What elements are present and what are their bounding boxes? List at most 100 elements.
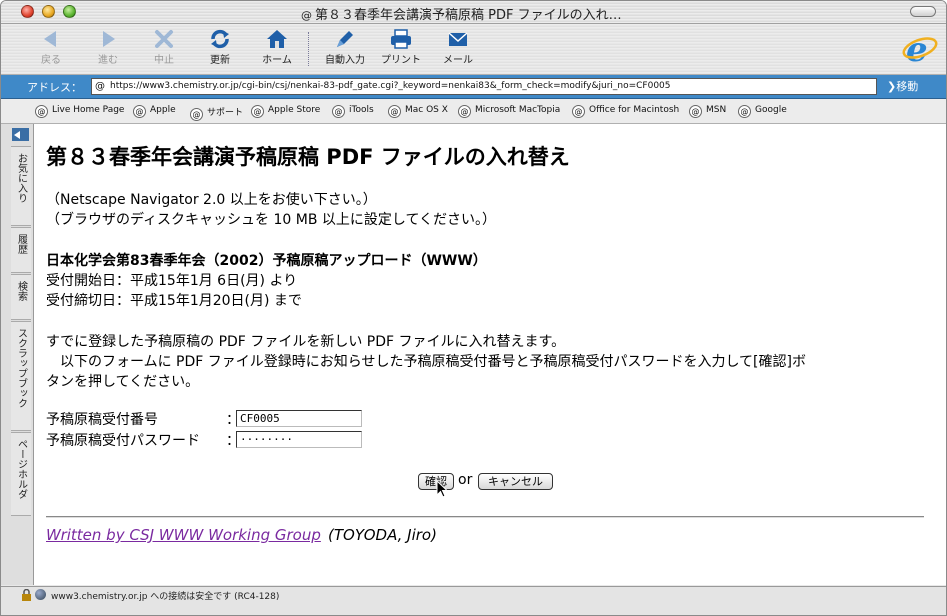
page-content: 第８３春季年会講演予稿原稿 PDF ファイルの入れ替え （Netscape Na… (34, 124, 946, 585)
receipt-number-input[interactable]: CF0005 (236, 410, 362, 427)
fav-item[interactable]: @ サポート (190, 105, 243, 121)
sidebar-tab-favorites[interactable]: お気に入り (11, 146, 31, 226)
autofill-label: 自動入力 (325, 55, 365, 66)
go-arrow-icon: ❯ (887, 80, 897, 93)
fav-item[interactable]: @ MSN (689, 105, 726, 118)
fav-item[interactable]: @ Google (738, 105, 787, 118)
explorer-sidebar: お気に入り 履歴 検索 スクラップブック ページホルダ (1, 124, 34, 585)
toolbar: 戻る 進む 中止 更新 ホーム 自動入力 プリント メール e (1, 24, 946, 75)
stop-button[interactable]: 中止 (136, 26, 192, 72)
browser-window: @ 第８３春季年会講演予稿原稿 PDF ファイルの入れ… 戻る 進む 中止 更新 … (0, 0, 947, 616)
title-bar[interactable]: @ 第８３春季年会講演予稿原稿 PDF ファイルの入れ… (1, 1, 946, 24)
window-title: @ 第８３春季年会講演予稿原稿 PDF ファイルの入れ… (301, 4, 661, 23)
at-icon: @ (332, 105, 345, 118)
address-label: アドレス： (27, 81, 82, 94)
page-title: 第８３春季年会講演予稿原稿 PDF ファイルの入れ替え (46, 145, 570, 169)
browser-note: （Netscape Navigator 2.0 以上をお使い下さい。） (46, 192, 377, 208)
event-heading: 日本化学会第83春季年会（2002）予稿原稿アップロード（WWW） (46, 253, 487, 269)
svg-text:e: e (906, 30, 928, 68)
fav-item[interactable]: @ Live Home Page (35, 105, 124, 118)
home-icon (267, 30, 287, 48)
go-label: 移動 (896, 80, 919, 93)
back-label: 戻る (41, 55, 61, 66)
mail-button[interactable]: メール (430, 26, 486, 72)
mail-label: メール (443, 55, 473, 66)
fav-label: Apple Store (268, 105, 321, 115)
at-icon: @ (738, 105, 751, 118)
at-icon: @ (133, 105, 146, 118)
sidebar-tab-history[interactable]: 履歴 (11, 227, 31, 273)
site-icon: @ (95, 81, 105, 92)
sidebar-tab-label: お気に入り (15, 153, 27, 203)
toolbar-toggle-button[interactable] (910, 6, 936, 17)
sidebar-tab-label: 検索 (15, 281, 27, 301)
sidebar-tab-search[interactable]: 検索 (11, 274, 31, 320)
fav-label: Google (755, 105, 787, 115)
fav-label: Microsoft MacTopia (475, 105, 561, 115)
divider (46, 516, 924, 518)
minimize-button[interactable] (42, 5, 55, 18)
receipt-password-label: 予稿原稿受付パスワード (46, 433, 200, 449)
sidebar-tab-label: ページホルダ (15, 439, 27, 499)
fav-label: MSN (706, 105, 727, 115)
forward-label: 進む (98, 55, 118, 66)
print-label: プリント (381, 55, 421, 66)
refresh-button[interactable]: 更新 (192, 26, 248, 72)
sidebar-tab-label: スクラップブック (15, 328, 27, 408)
fav-item[interactable]: @ Apple Store (251, 105, 320, 118)
receipt-password-input[interactable]: ········ (236, 431, 362, 448)
at-icon: @ (301, 9, 312, 22)
address-bar: アドレス： @ https://www3.chemistry.or.jp/cgi-… (1, 75, 946, 99)
fav-item[interactable]: @ Microsoft MacTopia (458, 105, 560, 118)
end-date: 受付締切日：平成15年1月20日(月) まで (46, 293, 302, 309)
cache-note: （ブラウザのディスクキャッシュを 10 MB 以上に設定してください。） (46, 212, 497, 228)
at-icon: @ (190, 108, 203, 121)
close-button[interactable] (21, 5, 34, 18)
stop-x-icon (155, 30, 173, 48)
autofill-pen-icon (337, 31, 353, 47)
fav-item[interactable]: @ iTools (332, 105, 374, 118)
status-text: www3.chemistry.or.jp への接続は安全です (RC4-128) (51, 592, 280, 602)
home-label: ホーム (262, 55, 292, 66)
sidebar-toggle-icon[interactable] (12, 128, 29, 141)
at-icon: @ (251, 105, 264, 118)
address-input[interactable]: @ https://www3.chemistry.or.jp/cgi-bin/cs… (91, 78, 877, 95)
fav-label: サポート (207, 108, 244, 118)
lock-icon (22, 589, 31, 601)
author-name: (TOYODA, Jiro) (328, 526, 437, 544)
zoom-button[interactable] (63, 5, 76, 18)
sidebar-tab-page-holder[interactable]: ページホルダ (11, 432, 31, 516)
at-icon: @ (689, 105, 702, 118)
fav-label: iTools (349, 105, 374, 115)
fav-item[interactable]: @ Office for Macintosh (572, 105, 679, 118)
sidebar-tab-scrapbook[interactable]: スクラップブック (11, 321, 31, 431)
autofill-button[interactable]: 自動入力 (317, 26, 373, 72)
go-button[interactable]: ❯移動 (887, 78, 918, 94)
back-arrow-icon (44, 31, 56, 47)
home-button[interactable]: ホーム (249, 26, 305, 72)
at-icon: @ (572, 105, 585, 118)
instruction-text-cont: タンを押してください。 (46, 374, 200, 390)
refresh-icon (211, 29, 229, 49)
cancel-button[interactable]: キャンセル (478, 473, 553, 490)
window-title-text: 第８３春季年会講演予稿原稿 PDF ファイルの入れ… (315, 8, 622, 23)
at-icon: @ (35, 105, 48, 118)
author-link[interactable]: Written by CSJ WWW Working Group (46, 526, 321, 544)
favorites-bar: @ Live Home Page @ Apple @ サポート @ Apple Stor… (1, 99, 946, 124)
fav-item[interactable]: @ Mac OS X (388, 105, 448, 118)
print-button[interactable]: プリント (373, 26, 429, 72)
status-bar: www3.chemistry.or.jp への接続は安全です (RC4-128) (1, 586, 946, 615)
fav-item[interactable]: @ Apple (133, 105, 176, 118)
forward-button[interactable]: 進む (80, 26, 136, 72)
internet-explorer-logo-icon: e (902, 30, 938, 68)
fav-label: Live Home Page (52, 105, 125, 115)
fav-label: Mac OS X (405, 105, 448, 115)
refresh-label: 更新 (210, 55, 230, 66)
start-date: 受付開始日：平成15年1月 6日(月) より (46, 273, 298, 289)
forward-arrow-icon (103, 31, 115, 47)
intro-text: すでに登録した予稿原稿の PDF ファイルを新しい PDF ファイルに入れ替えま… (46, 334, 566, 350)
or-text: or (458, 472, 473, 488)
at-icon: @ (388, 105, 401, 118)
back-button[interactable]: 戻る (23, 26, 79, 72)
globe-icon (35, 589, 46, 600)
